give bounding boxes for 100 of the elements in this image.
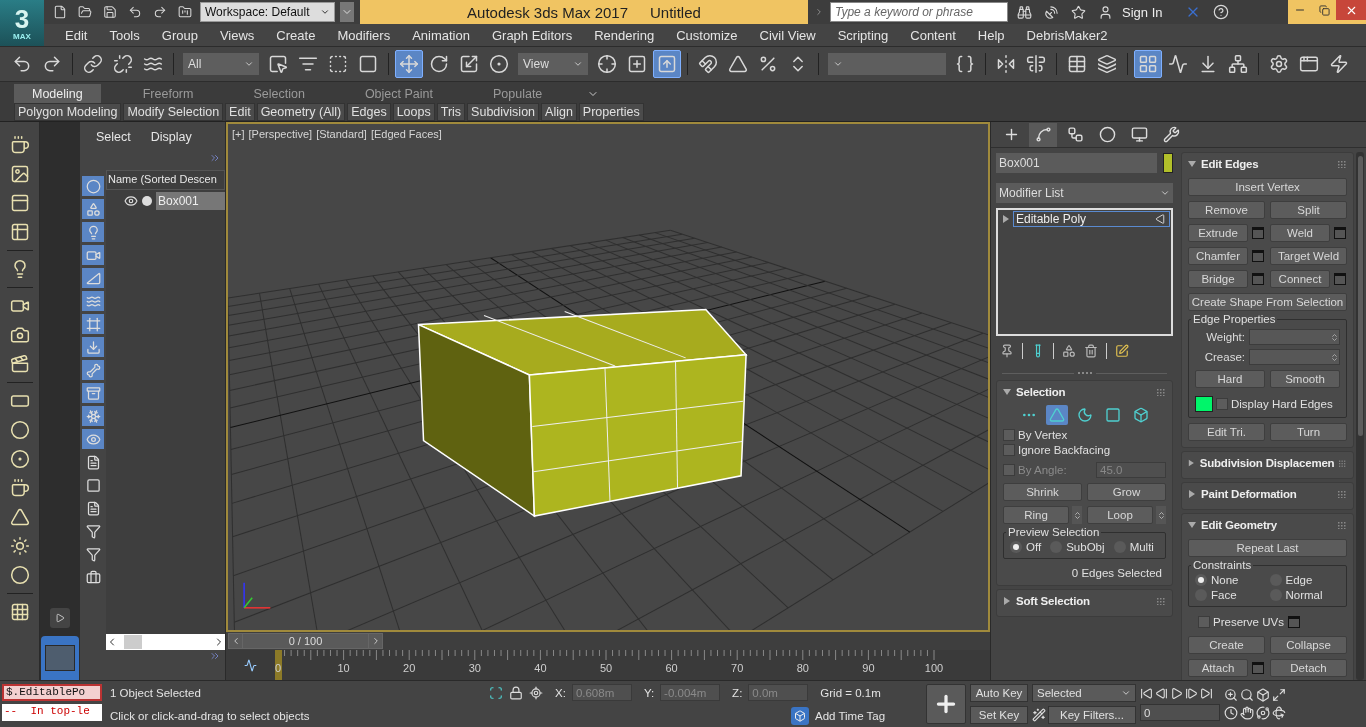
menu-item[interactable]: Help [966,27,1016,43]
rollout-button[interactable]: Bridge [1188,270,1248,288]
viewport-label[interactable]: [Perspective] [248,128,313,140]
auto-key-button[interactable]: Auto Key [970,684,1028,702]
rollout-button[interactable]: Turn [1270,423,1347,441]
set-key-button[interactable]: Set Key [970,706,1028,724]
rotate-view-icon[interactable] [1272,706,1286,720]
current-frame-field[interactable]: 0 [1140,704,1220,721]
rollout-button[interactable]: Connect [1270,270,1330,288]
cube-icon[interactable] [1256,688,1270,702]
menu-item[interactable]: Views [208,27,266,43]
expand-button[interactable] [50,608,70,628]
set-key-icon[interactable] [926,684,966,724]
rollout-button[interactable]: Repeat Last [1188,539,1347,557]
key-filters-button[interactable]: Key Filters... [1048,706,1136,724]
trash-icon[interactable] [1084,344,1098,358]
isolate-icon[interactable] [489,685,503,700]
vertical-scrollbar[interactable] [1356,152,1364,680]
collapse-triangle-icon[interactable] [1002,215,1010,223]
next-frame-icon[interactable] [1185,687,1198,700]
menu-item[interactable]: Scripting [826,27,900,43]
lock-icon[interactable] [509,685,523,700]
rollout-button[interactable]: Split [1270,201,1347,219]
shapes-icon[interactable] [82,199,104,219]
play-icon[interactable] [1170,687,1183,700]
ribbon-panel-button[interactable]: Modify Selection [123,103,224,121]
radio-button[interactable] [1010,541,1022,553]
ribbon-panel-button[interactable]: Edit [225,103,255,121]
clock-icon[interactable] [1224,706,1238,720]
object-color-swatch[interactable] [1163,153,1173,173]
modify-icon[interactable] [1029,122,1057,147]
menu-item[interactable]: Content [899,27,967,43]
ribbon-panel-button[interactable]: Loops [392,103,435,121]
explorer-menu[interactable]: Display [150,130,192,144]
rollout-button[interactable]: Shrink [1003,483,1082,501]
collapse-triangle-icon[interactable] [1188,521,1196,529]
selection-filter-dropdown[interactable]: All [183,53,259,75]
rollout-button[interactable]: Target Weld [1270,247,1347,265]
workspace-dropdown[interactable]: Workspace: Default [200,2,335,22]
rollout-button[interactable]: Edit Tri. [1188,423,1265,441]
curve-icon[interactable] [243,658,257,672]
ribbon-tab[interactable]: Freeform [124,84,212,103]
app-logo[interactable]: 3 MAX [0,0,44,46]
rollout-button[interactable]: Grow [1087,483,1166,501]
scrollbar-thumb[interactable] [124,635,142,649]
collapse-triangle-icon[interactable] [1003,388,1011,396]
absolute-mode-icon[interactable] [529,685,543,700]
settings-icon[interactable] [1251,224,1265,242]
column-header[interactable]: Name (Sorted Descen [106,170,225,190]
key-mode-icon[interactable] [1032,708,1046,722]
time-slider-thumb[interactable]: 0 / 100 [243,633,368,649]
settings-icon[interactable] [1286,613,1301,631]
ribbon-panel-button[interactable]: Geometry (All) [256,103,346,121]
spinner-field[interactable] [1249,349,1340,365]
double-chevron-icon[interactable] [209,650,221,662]
pan-icon[interactable] [1240,706,1254,720]
set-square-icon[interactable] [82,268,104,288]
menu-item[interactable]: Civil View [748,27,827,43]
grip-icon[interactable] [1339,459,1347,467]
menu-item[interactable]: Create [265,27,327,43]
menu-item[interactable]: Tools [98,27,151,43]
rollout-button[interactable]: Remove [1188,201,1265,219]
menu-item[interactable]: Graph Editors [480,27,584,43]
maxscript-listener-input[interactable]: $.EditablePo [2,684,102,701]
ribbon-tab[interactable]: Modeling [14,84,101,103]
modifier-list-dropdown[interactable]: Modifier List [996,183,1173,203]
explorer-menu[interactable]: Select [96,130,131,144]
sign-in-link[interactable]: Sign In [1122,4,1163,20]
rollout-button[interactable]: Extrude [1188,224,1248,242]
menu-item[interactable]: Edit [54,27,99,43]
checkbox[interactable] [1003,444,1015,456]
settings-icon[interactable] [1333,270,1347,288]
menu-item[interactable]: Group [150,27,209,43]
rollout-button[interactable]: Insert Vertex [1188,178,1347,196]
grip-icon[interactable] [1338,521,1347,529]
archive-icon[interactable] [82,383,104,403]
search-icon[interactable] [1240,688,1254,702]
grip-icon[interactable] [1157,597,1166,605]
hard-edge-color-swatch[interactable] [1195,396,1213,412]
reference-coordinate-dropdown[interactable]: View [518,53,588,75]
ribbon-tab[interactable]: Populate [474,84,561,103]
rollout-button[interactable]: Detach [1270,659,1347,677]
collapse-triangle-icon[interactable] [1003,597,1011,605]
download-icon[interactable] [82,337,104,357]
ribbon-tab[interactable]: Object Paint [346,84,451,103]
rollout-button[interactable]: Ring [1003,506,1069,524]
eye-icon[interactable] [124,194,138,208]
rollout-button[interactable]: Attach [1188,659,1248,677]
key-mode-dropdown[interactable]: Selected [1032,684,1136,702]
grip-icon[interactable] [1157,388,1166,396]
ribbon-toggle-icon[interactable] [1134,50,1162,78]
rollout-button[interactable]: Collapse [1270,636,1347,654]
shapes-icon[interactable] [1062,344,1076,358]
rollout-button[interactable]: Loop [1087,506,1153,524]
rollout-button[interactable]: Weld [1270,224,1330,242]
maximize-icon[interactable] [1272,688,1286,702]
checkbox[interactable] [1003,429,1015,441]
zoom-icon[interactable] [1224,688,1238,702]
ribbon-panel-button[interactable]: Properties [578,103,644,121]
rollout-button[interactable]: Hard [1195,370,1265,388]
